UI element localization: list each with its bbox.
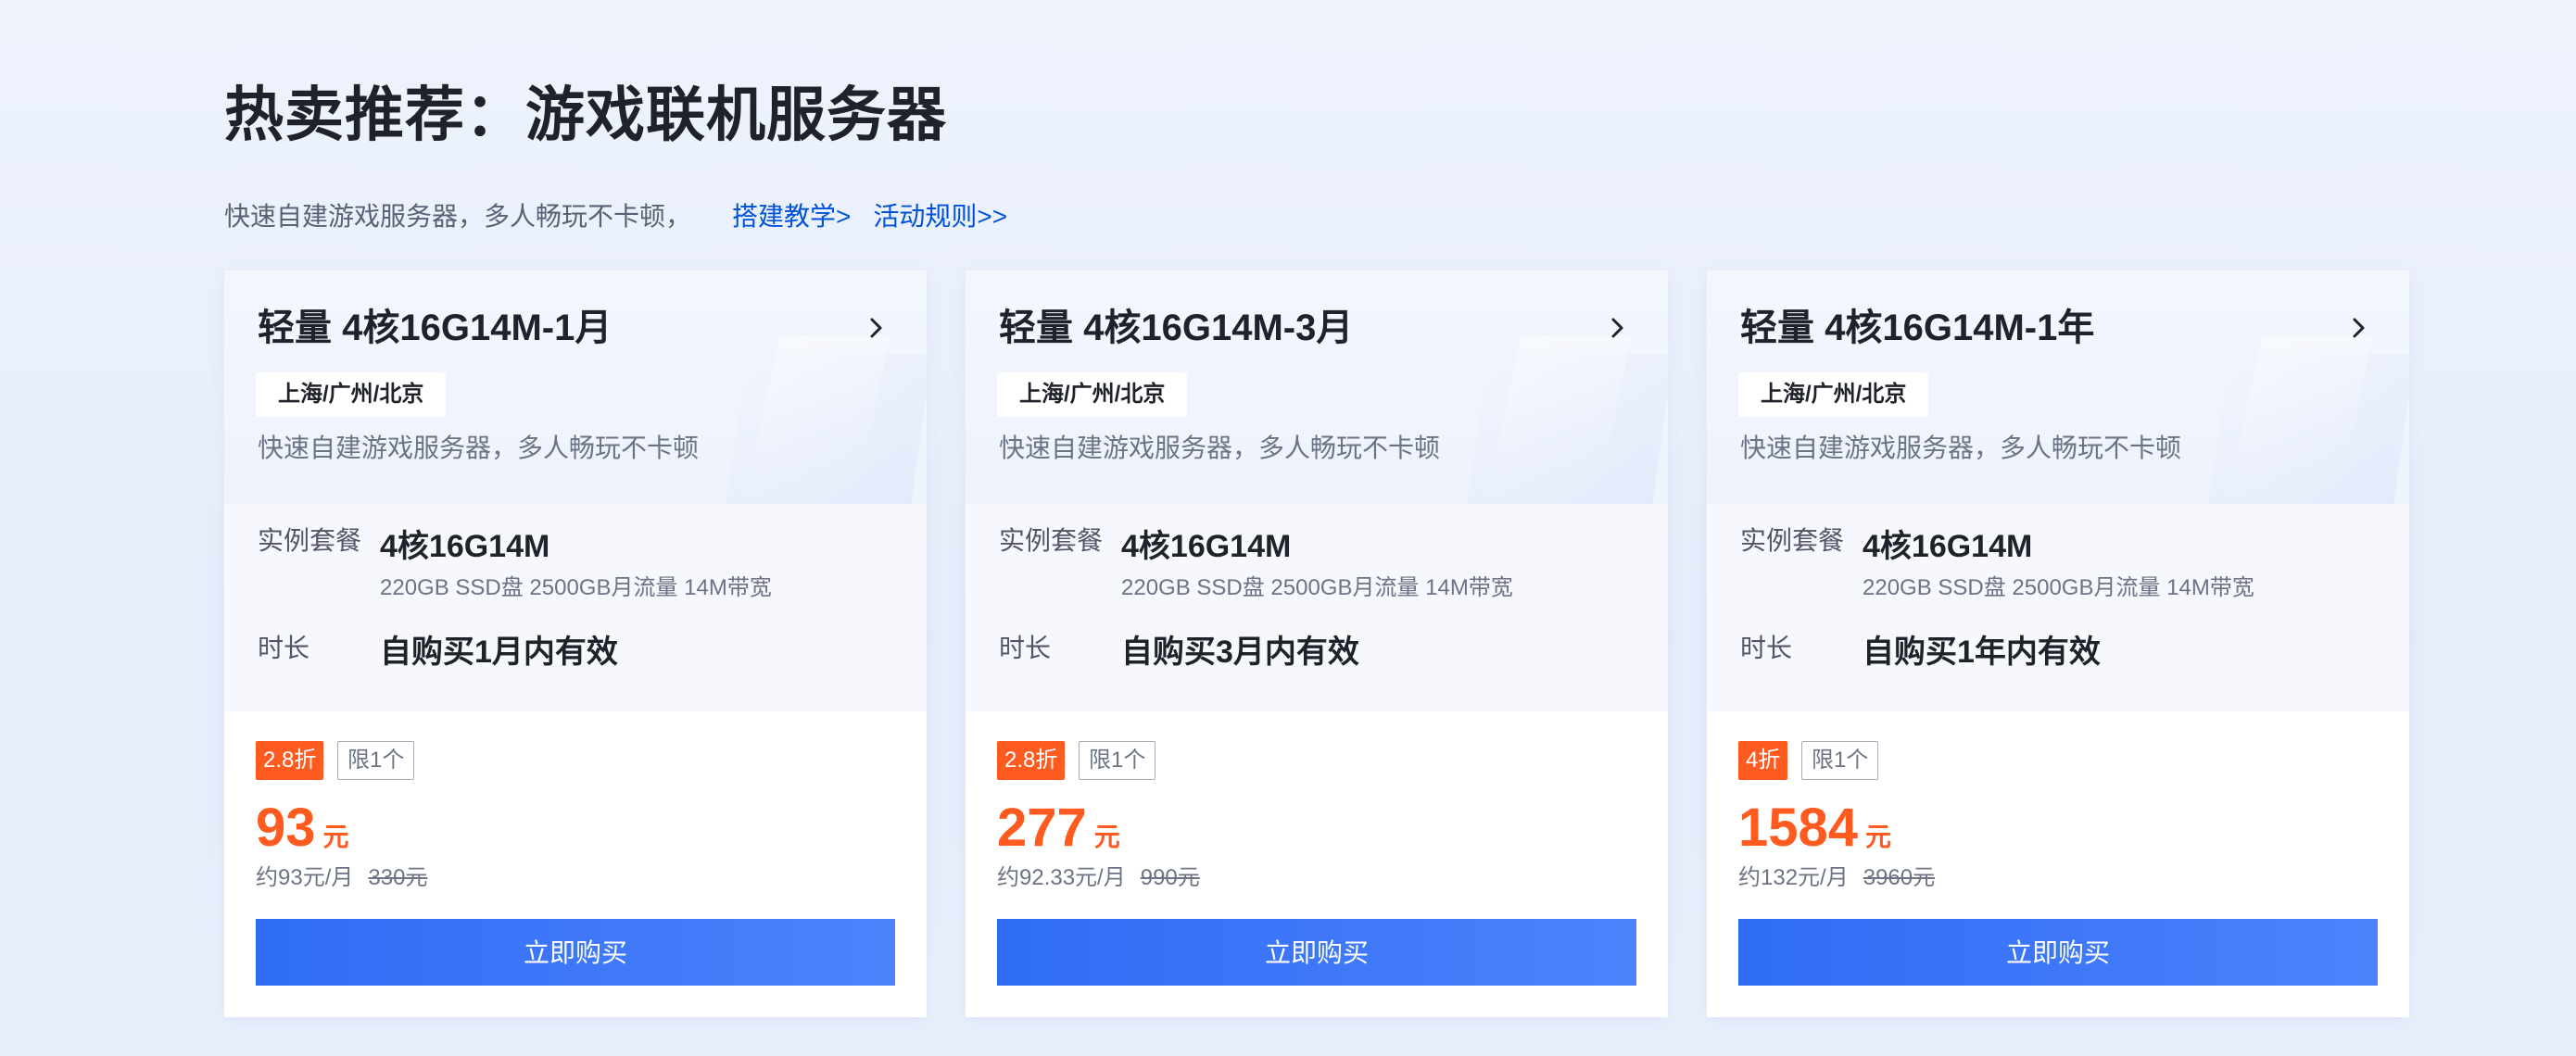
card-header: 轻量 4核16G14M-1月 上海/广州/北京 快速自建游戏服务器，多人畅玩不卡… — [224, 270, 927, 504]
price-unit: 元 — [1865, 823, 1892, 851]
price: 93 元 — [256, 795, 349, 861]
monthly-price: 约92.33元/月 990元 — [997, 861, 1200, 895]
card-title: 轻量 4核16G14M-1月 — [258, 308, 612, 348]
price: 1584 元 — [1738, 795, 1891, 861]
card-header: 轻量 4核16G14M-3月 上海/广州/北京 快速自建游戏服务器，多人畅玩不卡… — [966, 270, 1668, 504]
duration-label: 时长 — [1740, 634, 1793, 662]
chevron-right-icon[interactable] — [1599, 309, 1636, 346]
spec-details: 220GB SSD盘 2500GB月流量 14M带宽 — [380, 575, 772, 600]
duration-value: 自购买1年内有效 — [1863, 635, 2101, 670]
monthly-price: 约93元/月 330元 — [256, 861, 427, 895]
limit-badge: 限1个 — [1079, 741, 1156, 780]
spec-details: 220GB SSD盘 2500GB月流量 14M带宽 — [1121, 575, 1513, 600]
product-card-1-month: 轻量 4核16G14M-1月 上海/广州/北京 快速自建游戏服务器，多人畅玩不卡… — [224, 270, 927, 1017]
card-spec: 实例套餐 4核16G14M 220GB SSD盘 2500GB月流量 14M带宽… — [224, 504, 927, 711]
limit-badge: 限1个 — [337, 741, 415, 780]
original-price: 990元 — [1140, 865, 1200, 890]
buy-now-button[interactable]: 立即购买 — [1738, 919, 2378, 986]
card-spec: 实例套餐 4核16G14M 220GB SSD盘 2500GB月流量 14M带宽… — [966, 504, 1668, 711]
card-title: 轻量 4核16G14M-3月 — [999, 308, 1354, 348]
spec-package: 4核16G14M — [1121, 529, 1292, 564]
card-description: 快速自建游戏服务器，多人畅玩不卡顿 — [258, 434, 700, 462]
section-subtitle: 快速自建游戏服务器，多人畅玩不卡顿， — [224, 202, 692, 231]
price-unit: 元 — [1093, 823, 1120, 851]
region-badge: 上海/广州/北京 — [1738, 372, 1929, 417]
product-card-3-month: 轻量 4核16G14M-3月 上海/广州/北京 快速自建游戏服务器，多人畅玩不卡… — [966, 270, 1668, 1017]
card-header: 轻量 4核16G14M-1年 上海/广州/北京 快速自建游戏服务器，多人畅玩不卡… — [1707, 270, 2409, 504]
card-spec: 实例套餐 4核16G14M 220GB SSD盘 2500GB月流量 14M带宽… — [1707, 504, 2409, 711]
duration-label: 时长 — [258, 634, 310, 662]
section-header: 热卖推荐：游戏联机服务器 快速自建游戏服务器，多人畅玩不卡顿， 搭建教学> 活动… — [224, 69, 1007, 235]
discount-badge: 2.8折 — [256, 741, 324, 780]
discount-badge: 4折 — [1738, 741, 1788, 780]
price: 277 元 — [997, 795, 1120, 861]
buy-now-button[interactable]: 立即购买 — [256, 919, 895, 986]
chevron-right-icon[interactable] — [2341, 309, 2378, 346]
spec-label: 实例套餐 — [999, 526, 1104, 555]
discount-badge: 2.8折 — [997, 741, 1066, 780]
section-title: 热卖推荐：游戏联机服务器 — [224, 82, 947, 148]
monthly-price: 约132元/月 3960元 — [1738, 861, 1935, 895]
spec-package: 4核16G14M — [380, 529, 550, 564]
duration-value: 自购买3月内有效 — [1121, 635, 1359, 670]
tutorial-link[interactable]: 搭建教学> — [732, 198, 851, 235]
per-month-price: 约92.33元/月 — [997, 865, 1126, 890]
activity-rules-link[interactable]: 活动规则>> — [873, 198, 1007, 235]
spec-label: 实例套餐 — [258, 526, 362, 555]
spec-package: 4核16G14M — [1863, 529, 2033, 564]
chevron-right-icon[interactable] — [858, 309, 895, 346]
card-description: 快速自建游戏服务器，多人畅玩不卡顿 — [1740, 434, 2182, 462]
price-value: 93 — [256, 798, 316, 858]
card-title: 轻量 4核16G14M-1年 — [1740, 308, 2095, 348]
original-price: 330元 — [368, 865, 428, 890]
section-subtitle-row: 快速自建游戏服务器，多人畅玩不卡顿， 搭建教学> 活动规则>> — [224, 198, 1007, 235]
price-value: 1584 — [1738, 798, 1859, 858]
region-badge: 上海/广州/北京 — [256, 372, 447, 417]
product-card-1-year: 轻量 4核16G14M-1年 上海/广州/北京 快速自建游戏服务器，多人畅玩不卡… — [1707, 270, 2409, 1017]
duration-value: 自购买1月内有效 — [380, 635, 618, 670]
spec-details: 220GB SSD盘 2500GB月流量 14M带宽 — [1863, 575, 2254, 600]
per-month-price: 约132元/月 — [1738, 865, 1849, 890]
duration-label: 时长 — [999, 634, 1052, 662]
price-value: 277 — [997, 798, 1087, 858]
spec-label: 实例套餐 — [1740, 526, 1845, 555]
card-description: 快速自建游戏服务器，多人畅玩不卡顿 — [999, 434, 1441, 462]
price-unit: 元 — [322, 823, 349, 851]
region-badge: 上海/广州/北京 — [997, 372, 1188, 417]
per-month-price: 约93元/月 — [256, 865, 354, 890]
limit-badge: 限1个 — [1801, 741, 1879, 780]
original-price: 3960元 — [1863, 865, 1936, 890]
buy-now-button[interactable]: 立即购买 — [997, 919, 1636, 986]
